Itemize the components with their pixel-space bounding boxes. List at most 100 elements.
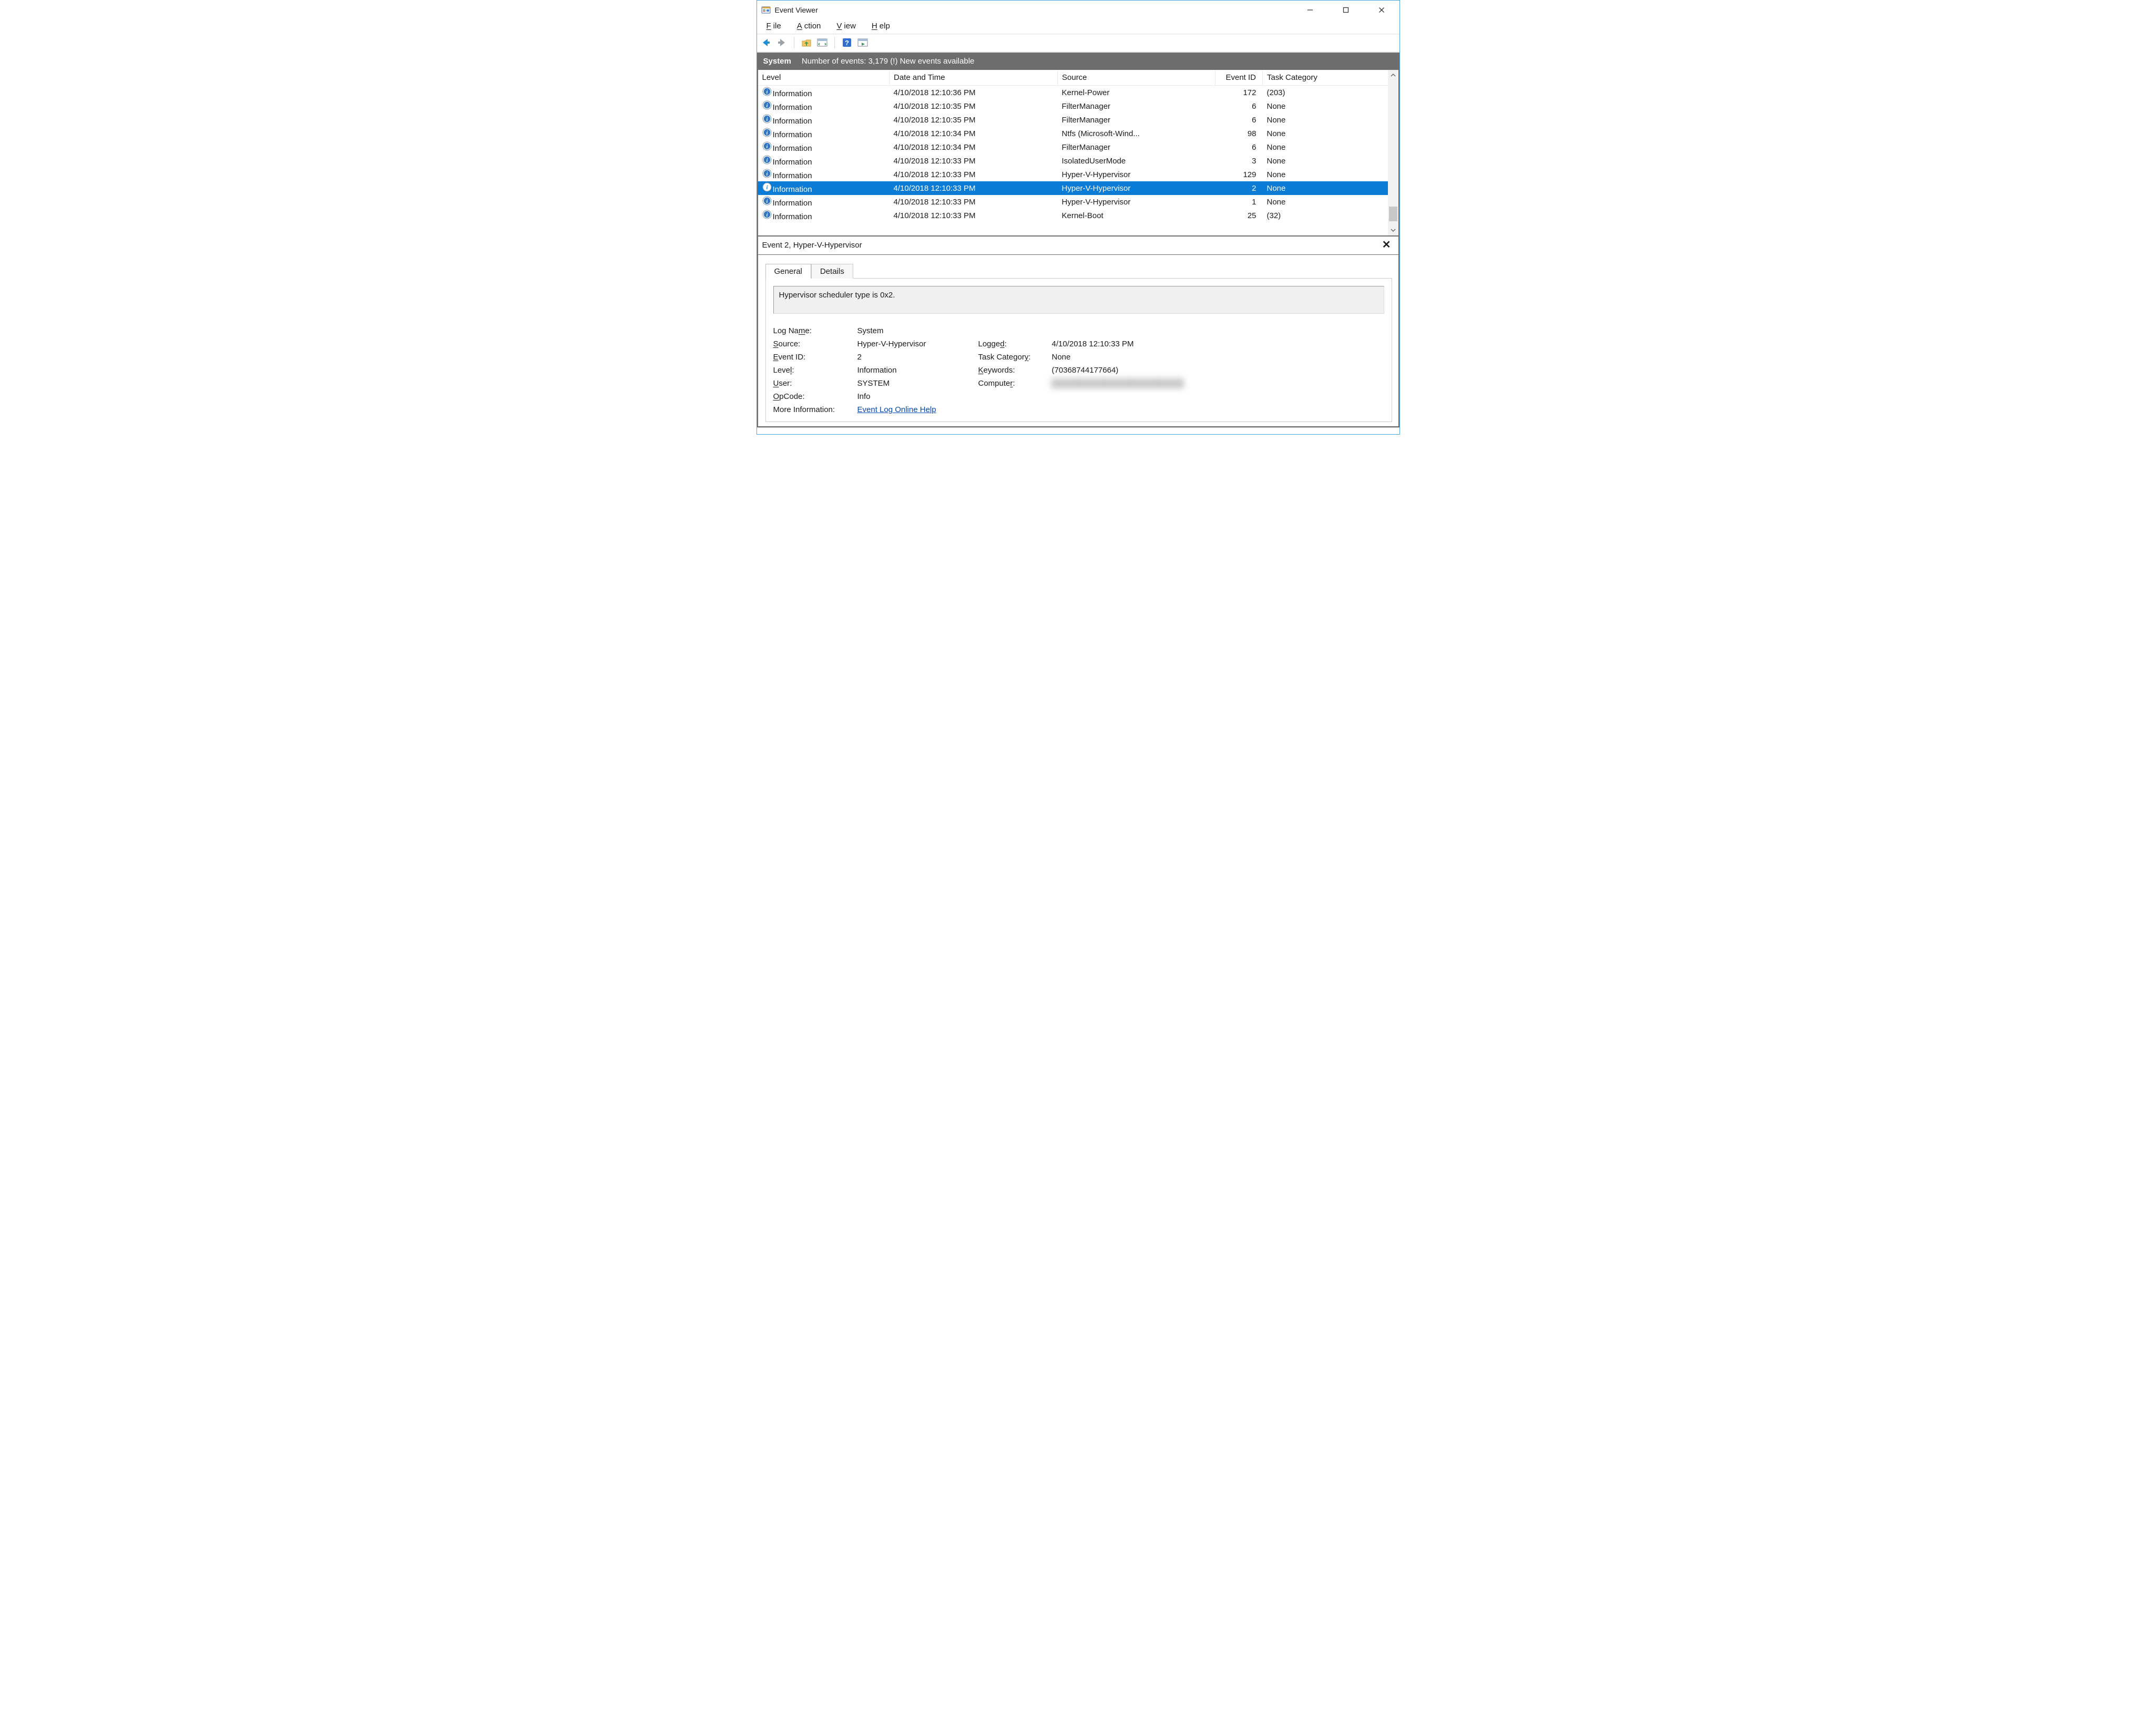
cell-level: iInformation [758, 140, 890, 154]
event-log-help-link[interactable]: Event Log Online Help [857, 405, 936, 414]
column-event-id[interactable]: Event ID [1215, 70, 1263, 86]
event-row[interactable]: iInformation4/10/2018 12:10:34 PMNtfs (M… [758, 127, 1388, 140]
help-icon[interactable]: ? [841, 37, 853, 48]
tab-details[interactable]: Details [811, 264, 853, 279]
info-icon: i [762, 87, 772, 96]
details-title: Event 2, Hyper-V-Hypervisor [762, 241, 862, 250]
up-folder-icon[interactable] [801, 37, 812, 48]
details-header: Event 2, Hyper-V-Hypervisor ✕ [758, 237, 1398, 255]
menu-action[interactable]: Action [795, 20, 825, 32]
svg-text:i: i [766, 89, 768, 95]
details-close-button[interactable]: ✕ [1379, 240, 1394, 250]
window: Event Viewer File Action View Help ? Sys… [757, 0, 1400, 435]
cell-level: iInformation [758, 99, 890, 113]
event-row[interactable]: iInformation4/10/2018 12:10:35 PMFilterM… [758, 99, 1388, 113]
cell-level: i Information [758, 181, 890, 195]
info-icon: i [762, 169, 772, 178]
cell-source: Hyper-V-Hypervisor [1058, 168, 1215, 181]
column-level[interactable]: Level [758, 70, 890, 86]
cell-level-text: Information [773, 185, 812, 194]
menu-help[interactable]: Help [870, 20, 894, 32]
general-panel: Hypervisor scheduler type is 0x2. Log Na… [765, 278, 1392, 422]
scroll-down-icon[interactable] [1388, 225, 1398, 235]
cell-event-id: 25 [1215, 209, 1263, 222]
cell-date: 4/10/2018 12:10:33 PM [890, 181, 1058, 195]
lbl-level: Level: [773, 366, 857, 375]
svg-text:i: i [766, 185, 768, 191]
val-log-name: System [857, 326, 978, 335]
tab-general[interactable]: General [765, 264, 811, 279]
event-row[interactable]: iInformation4/10/2018 12:10:36 PMKernel-… [758, 86, 1388, 100]
cell-source: IsolatedUserMode [1058, 154, 1215, 168]
event-table: Level Date and Time Source Event ID Task… [758, 70, 1388, 222]
cell-date: 4/10/2018 12:10:34 PM [890, 127, 1058, 140]
cell-source: FilterManager [1058, 113, 1215, 127]
properties-icon[interactable] [816, 37, 828, 48]
val-source: Hyper-V-Hypervisor [857, 340, 978, 348]
statusbar-spacer [757, 427, 1399, 434]
info-icon: i [762, 155, 772, 165]
info-icon: i [762, 128, 772, 137]
val-task-category: None [1052, 353, 1220, 362]
event-row[interactable]: iInformation4/10/2018 12:10:33 PMHyper-V… [758, 195, 1388, 209]
val-keywords: (70368744177664) [1052, 366, 1220, 375]
details-pane: Event 2, Hyper-V-Hypervisor ✕ General De… [758, 237, 1398, 422]
val-computer: ████████████████████ [1052, 379, 1220, 388]
svg-text:i: i [766, 103, 768, 109]
lbl-opcode: OpCode: [773, 392, 857, 401]
cell-level-text: Information [773, 171, 812, 180]
forward-button[interactable] [776, 37, 788, 48]
cell-event-id: 98 [1215, 127, 1263, 140]
svg-text:i: i [766, 199, 768, 204]
menu-view[interactable]: View [834, 20, 860, 32]
cell-event-id: 1 [1215, 195, 1263, 209]
column-date[interactable]: Date and Time [890, 70, 1058, 86]
event-row[interactable]: iInformation4/10/2018 12:10:34 PMFilterM… [758, 140, 1388, 154]
cell-date: 4/10/2018 12:10:34 PM [890, 140, 1058, 154]
lbl-event-id: Event ID: [773, 353, 857, 362]
titlebar[interactable]: Event Viewer [757, 1, 1399, 19]
cell-date: 4/10/2018 12:10:33 PM [890, 168, 1058, 181]
content: Level Date and Time Source Event ID Task… [757, 70, 1399, 427]
cell-level: iInformation [758, 195, 890, 209]
cell-task-category: None [1263, 127, 1388, 140]
column-task-category[interactable]: Task Category [1263, 70, 1388, 86]
lbl-source: Source: [773, 340, 857, 348]
cell-date: 4/10/2018 12:10:33 PM [890, 195, 1058, 209]
maximize-button[interactable] [1335, 3, 1356, 17]
log-name: System [763, 57, 791, 66]
scrollbar[interactable] [1388, 70, 1398, 235]
back-button[interactable] [760, 37, 772, 48]
cell-level: i Information [758, 127, 890, 140]
menu-file[interactable]: File [764, 20, 785, 32]
cell-event-id: 3 [1215, 154, 1263, 168]
event-row[interactable]: iInformation 4/10/2018 12:10:33 PMHyper-V… [758, 168, 1388, 181]
close-button[interactable] [1371, 3, 1392, 17]
cell-event-id: 6 [1215, 140, 1263, 154]
info-icon: i [762, 114, 772, 124]
svg-text:i: i [766, 130, 768, 136]
minimize-button[interactable] [1300, 3, 1321, 17]
cell-source: Hyper-V-Hypervisor [1058, 195, 1215, 209]
cell-source: Hyper-V-Hypervisor [1058, 181, 1215, 195]
column-source[interactable]: Source [1058, 70, 1215, 86]
event-list: Level Date and Time Source Event ID Task… [758, 70, 1398, 237]
cell-task-category: None [1263, 195, 1388, 209]
cell-level-text: Information [773, 158, 812, 167]
action-pane-icon[interactable] [857, 37, 868, 48]
scroll-thumb[interactable] [1389, 207, 1397, 221]
scroll-up-icon[interactable] [1388, 70, 1398, 80]
event-row[interactable]: iInformation4/10/2018 12:10:35 PMFilterM… [758, 113, 1388, 127]
log-header: System Number of events: 3,179 (!) New e… [757, 53, 1399, 70]
event-message: Hypervisor scheduler type is 0x2. [773, 286, 1384, 314]
event-row[interactable]: i Information 4/10/2018 12:10:33 PMHyper-V… [758, 181, 1388, 195]
window-title: Event Viewer [775, 6, 818, 14]
cell-level-text: Information [773, 130, 812, 139]
event-row[interactable]: iInformation4/10/2018 12:10:33 PMIsolate… [758, 154, 1388, 168]
lbl-keywords: Keywords: [978, 366, 1052, 375]
cell-level-text: Information [773, 117, 812, 126]
event-row[interactable]: iInformation4/10/2018 12:10:33 PMKernel-… [758, 209, 1388, 222]
cell-level: iInformation [758, 113, 890, 127]
cell-level: iInformation [758, 86, 890, 100]
lbl-more-info: More Information: [773, 405, 857, 414]
